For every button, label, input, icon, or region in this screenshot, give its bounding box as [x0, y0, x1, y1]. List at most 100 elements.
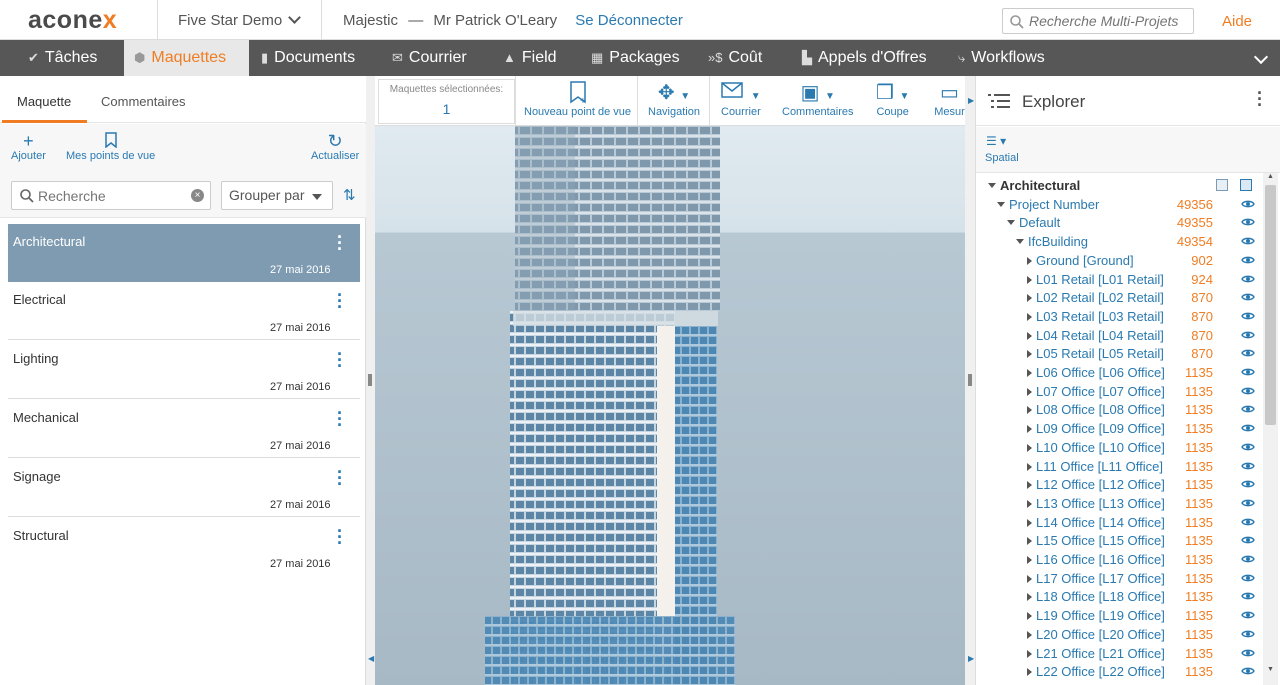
- visibility-eye-icon[interactable]: [1241, 610, 1255, 620]
- collapsed-caret-icon[interactable]: [1027, 406, 1032, 415]
- collapsed-caret-icon[interactable]: [1027, 369, 1032, 377]
- nav-mail[interactable]: ✉ Courrier: [380, 40, 490, 76]
- tree-node[interactable]: Ground [Ground] 902: [976, 252, 1261, 270]
- scroll-up-icon[interactable]: ▲: [1267, 173, 1274, 180]
- splitter-grip[interactable]: [368, 374, 372, 386]
- visibility-eye-icon[interactable]: [1241, 292, 1255, 302]
- navigation-button[interactable]: ✥ ▼ Navigation: [648, 80, 700, 118]
- tree-scrollbar[interactable]: ▲ ▼: [1263, 173, 1278, 685]
- visibility-eye-icon[interactable]: [1241, 591, 1255, 601]
- collapse-left-icon[interactable]: ◀: [368, 654, 374, 663]
- collapsed-caret-icon[interactable]: [1027, 518, 1032, 527]
- section-cut-button[interactable]: ❒ ▼ Coupe: [876, 80, 909, 118]
- collapsed-caret-icon[interactable]: [1027, 312, 1032, 321]
- tree-node[interactable]: L18 Office [L18 Office] 1135: [976, 588, 1261, 606]
- tree-node[interactable]: L19 Office [L19 Office] 1135: [976, 607, 1261, 625]
- multi-project-search[interactable]: [1002, 8, 1194, 34]
- collapsed-caret-icon[interactable]: [1027, 556, 1032, 564]
- visibility-eye-icon[interactable]: [1241, 498, 1255, 508]
- visibility-eye-icon[interactable]: [1241, 666, 1255, 676]
- collapsed-caret-icon[interactable]: [1027, 443, 1032, 452]
- collapsed-caret-icon[interactable]: [1027, 574, 1032, 583]
- tree-node[interactable]: L06 Office [L06 Office] 1135: [976, 364, 1261, 382]
- model-search[interactable]: ×: [11, 181, 211, 210]
- more-options-icon[interactable]: · · ·: [336, 345, 344, 375]
- tree-node[interactable]: L08 Office [L08 Office] 1135: [976, 401, 1261, 419]
- collapsed-caret-icon[interactable]: [1027, 499, 1032, 508]
- model-item-lighting[interactable]: Lighting 27 mai 2016 · · ·: [8, 341, 360, 399]
- expanded-caret-icon[interactable]: [1016, 239, 1024, 245]
- nav-cost[interactable]: »$ Coût: [696, 40, 790, 76]
- help-link[interactable]: Aide: [1222, 13, 1252, 30]
- collapsed-caret-icon[interactable]: [1027, 593, 1032, 602]
- visibility-eye-icon[interactable]: [1241, 386, 1255, 396]
- tree-node[interactable]: L02 Retail [L02 Retail] 870: [976, 289, 1261, 307]
- more-options-icon[interactable]: · · ·: [336, 404, 344, 434]
- visibility-eye-icon[interactable]: [1241, 367, 1255, 377]
- visibility-eye-icon[interactable]: [1241, 479, 1255, 489]
- add-button[interactable]: + Ajouter: [11, 132, 46, 162]
- model-item-mechanical[interactable]: Mechanical 27 mai 2016 · · ·: [8, 400, 360, 458]
- tree-node[interactable]: Architectural: [976, 177, 1261, 195]
- tree-node[interactable]: L21 Office [L21 Office] 1135: [976, 645, 1261, 663]
- visibility-eye-icon[interactable]: [1241, 535, 1255, 545]
- nav-workflows[interactable]: ⤷ Workflows: [942, 40, 1062, 76]
- tree-node[interactable]: L12 Office [L12 Office] 1135: [976, 476, 1261, 494]
- scrollbar-thumb[interactable]: [1265, 185, 1276, 425]
- clear-search-icon[interactable]: ×: [191, 189, 204, 202]
- group-by-select[interactable]: Grouper par: [221, 181, 333, 210]
- visibility-eye-icon[interactable]: [1241, 648, 1255, 658]
- visibility-eye-icon[interactable]: [1241, 217, 1255, 227]
- tree-node[interactable]: L01 Retail [L01 Retail] 924: [976, 271, 1261, 289]
- visibility-eye-icon[interactable]: [1241, 461, 1255, 471]
- collapsed-caret-icon[interactable]: [1027, 275, 1032, 284]
- expanded-caret-icon[interactable]: [988, 183, 996, 188]
- tree-node[interactable]: L17 Office [L17 Office] 1135: [976, 570, 1261, 588]
- project-selector[interactable]: Five Star Demo: [178, 11, 302, 29]
- visibility-eye-icon[interactable]: [1241, 199, 1255, 209]
- tree-node[interactable]: L16 Office [L16 Office] 1135: [976, 551, 1261, 569]
- scroll-down-icon[interactable]: ▼: [1267, 666, 1274, 673]
- visibility-eye-icon[interactable]: [1241, 255, 1255, 265]
- visibility-eye-icon[interactable]: [1241, 629, 1255, 639]
- 3d-model-canvas[interactable]: [375, 126, 965, 685]
- tree-node[interactable]: L04 Retail [L04 Retail] 870: [976, 327, 1261, 345]
- collapsed-caret-icon[interactable]: [1027, 537, 1032, 546]
- tree-node[interactable]: L14 Office [L14 Office] 1135: [976, 514, 1261, 532]
- nav-models[interactable]: ⬢ Maquettes: [124, 40, 249, 76]
- tab-comments[interactable]: Commentaires: [101, 94, 186, 109]
- visibility-eye-icon[interactable]: [1241, 423, 1255, 433]
- visibility-eye-icon[interactable]: [1241, 330, 1255, 340]
- left-splitter[interactable]: ◀: [366, 76, 375, 685]
- tree-node[interactable]: L13 Office [L13 Office] 1135: [976, 495, 1261, 513]
- sort-icon[interactable]: ⇅: [343, 186, 356, 204]
- nav-packages[interactable]: ▦ Packages: [578, 40, 696, 76]
- explorer-mode[interactable]: ☰ ▾ Spatial: [976, 127, 1280, 173]
- visibility-eye-icon[interactable]: [1241, 573, 1255, 583]
- collapsed-caret-icon[interactable]: [1027, 387, 1032, 396]
- tree-node[interactable]: L15 Office [L15 Office] 1135: [976, 532, 1261, 550]
- visibility-eye-icon[interactable]: [1241, 311, 1255, 321]
- tree-node[interactable]: L10 Office [L10 Office] 1135: [976, 439, 1261, 457]
- logout-link[interactable]: Se Déconnecter: [575, 12, 683, 29]
- tree-node[interactable]: Default 49355: [976, 214, 1261, 232]
- tree-node[interactable]: L22 Office [L22 Office] 1135: [976, 663, 1261, 681]
- measure-button[interactable]: ▭ Mesur: [934, 80, 965, 118]
- tree-node[interactable]: L11 Office [L11 Office] 1135: [976, 458, 1261, 476]
- tree-node[interactable]: L07 Office [L07 Office] 1135: [976, 383, 1261, 401]
- visibility-eye-icon[interactable]: [1241, 404, 1255, 414]
- collapsed-caret-icon[interactable]: [1027, 612, 1032, 621]
- visibility-eye-icon[interactable]: [1241, 554, 1255, 564]
- tree-node[interactable]: L03 Retail [L03 Retail] 870: [976, 308, 1261, 326]
- model-item-signage[interactable]: Signage 27 mai 2016 · · ·: [8, 459, 360, 517]
- collapsed-caret-icon[interactable]: [1027, 630, 1032, 639]
- visibility-eye-icon[interactable]: [1241, 274, 1255, 284]
- visibility-eye-icon[interactable]: [1241, 442, 1255, 452]
- collapsed-caret-icon[interactable]: [1027, 425, 1032, 434]
- tree-node[interactable]: Project Number 49356: [976, 196, 1261, 214]
- visibility-eye-icon[interactable]: [1241, 236, 1255, 246]
- model-search-input[interactable]: [38, 188, 188, 204]
- collapsed-caret-icon[interactable]: [1027, 649, 1032, 658]
- collapsed-caret-icon[interactable]: [1027, 462, 1032, 471]
- model-item-structural[interactable]: Structural 27 mai 2016 · · ·: [8, 518, 360, 576]
